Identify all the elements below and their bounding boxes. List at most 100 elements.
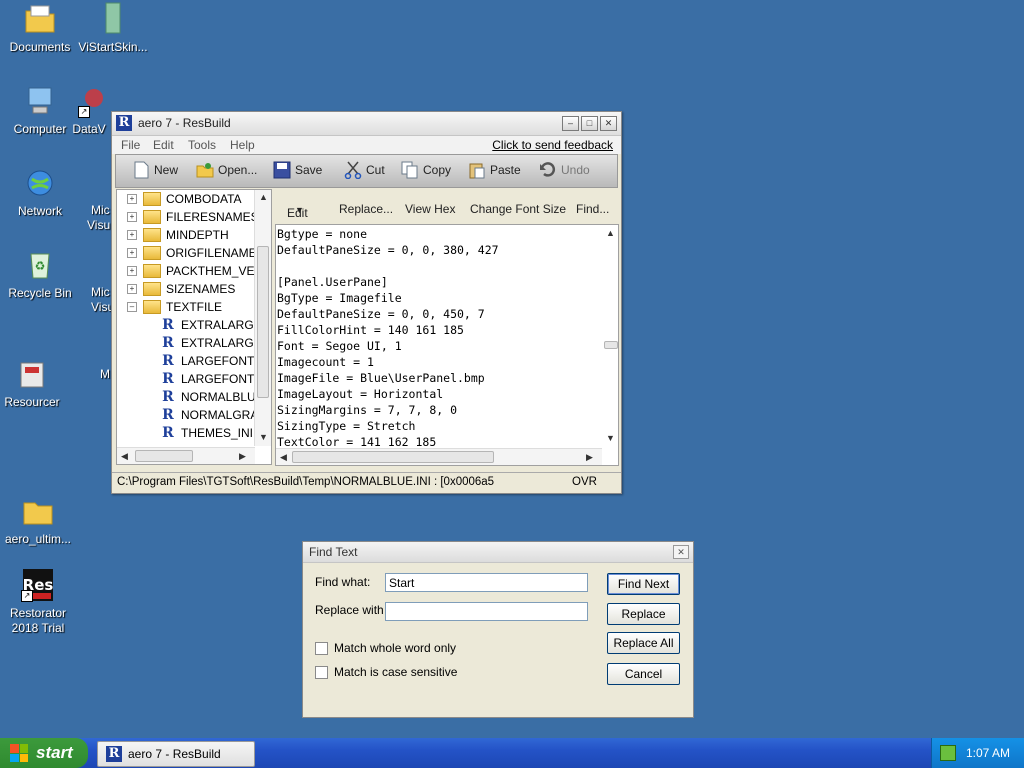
- tree-file-item[interactable]: R THEMES_INI: [161, 424, 253, 442]
- taskbar-item-resbuild[interactable]: R aero 7 - ResBuild: [97, 741, 255, 767]
- find-what-input[interactable]: Start: [385, 573, 588, 592]
- open-button[interactable]: Open...: [196, 161, 257, 179]
- change-font-size-button[interactable]: Change Font Size: [470, 202, 566, 216]
- tree-file-item[interactable]: R NORMALBLU: [161, 388, 256, 406]
- folder-icon: [143, 192, 161, 206]
- desktop-icon-aero-ultim[interactable]: aero_ultim...: [0, 494, 78, 547]
- code-line: Bgtype = none: [277, 227, 368, 241]
- tree-folder-origfilenames[interactable]: + ORIGFILENAMES: [127, 244, 265, 262]
- desktop-icon-restorator[interactable]: Res ↗ Restorator 2018 Trial: [0, 568, 78, 636]
- menu-tools[interactable]: Tools: [188, 138, 216, 152]
- expand-icon[interactable]: +: [127, 212, 137, 222]
- expand-icon[interactable]: +: [127, 266, 137, 276]
- tree-folder-sizenames[interactable]: + SIZENAMES: [127, 280, 235, 298]
- scroll-right-arrow-icon[interactable]: ▶: [586, 452, 593, 463]
- replace-button[interactable]: Replace: [607, 603, 680, 625]
- scroll-right-arrow-icon[interactable]: ▶: [239, 451, 246, 462]
- network-tray-icon[interactable]: [940, 745, 956, 761]
- tree-file-item[interactable]: R EXTRALARGE: [161, 334, 262, 352]
- tree-folder-fileresnames[interactable]: + FILERESNAMES: [127, 208, 259, 226]
- shortcut-arrow-icon: ↗: [21, 590, 33, 602]
- dialog-titlebar[interactable]: Find Text ✕: [303, 542, 693, 563]
- scroll-thumb[interactable]: [292, 451, 494, 463]
- cut-button[interactable]: Cut: [344, 161, 385, 180]
- scroll-thumb[interactable]: [257, 246, 269, 398]
- window-titlebar[interactable]: R aero 7 - ResBuild – □ ✕: [112, 112, 621, 136]
- desktop-icon-datav[interactable]: ↗ DataV: [64, 84, 114, 137]
- expand-icon[interactable]: +: [127, 248, 137, 258]
- code-line: BgType = Imagefile: [277, 291, 402, 305]
- status-overwrite-mode: OVR: [572, 476, 597, 488]
- tree-folder-combodata[interactable]: + COMBODATA: [127, 190, 242, 208]
- code-line: ImageFile = Blue\UserPanel.bmp: [277, 371, 485, 385]
- editor-horizontal-scrollbar[interactable]: ◀ ▶: [276, 448, 602, 465]
- scroll-left-arrow-icon[interactable]: ◀: [280, 452, 287, 463]
- view-hex-button[interactable]: View Hex: [405, 202, 455, 216]
- desktop-icon-recycle-bin[interactable]: ♻ Recycle Bin: [0, 248, 80, 301]
- new-button[interactable]: New: [132, 161, 178, 179]
- edit-dropdown[interactable]: Edit ▼: [287, 202, 308, 220]
- tree-folder-packthem-ver[interactable]: + PACKTHEM_VER: [127, 262, 263, 280]
- dialog-close-button[interactable]: ✕: [673, 545, 689, 559]
- scroll-down-arrow-icon[interactable]: ▼: [259, 432, 268, 442]
- scroll-thumb[interactable]: [135, 450, 193, 462]
- scroll-up-arrow-icon[interactable]: ▲: [259, 192, 268, 202]
- start-button[interactable]: start: [0, 738, 88, 768]
- expand-icon[interactable]: +: [127, 230, 137, 240]
- tree-file-item[interactable]: R NORMALGRA: [161, 406, 258, 424]
- scroll-thumb[interactable]: [604, 341, 618, 349]
- recycle-bin-icon: ♻: [23, 248, 57, 282]
- desktop-icon-resourcer[interactable]: Resourcer: [0, 357, 72, 410]
- scroll-up-arrow-icon[interactable]: ▲: [606, 228, 615, 238]
- match-whole-word-checkbox[interactable]: Match whole word only: [315, 641, 456, 655]
- code-line: DefaultPaneSize = 0, 0, 380, 427: [277, 243, 499, 257]
- text-editor[interactable]: Bgtype = none DefaultPaneSize = 0, 0, 380…: [275, 224, 619, 466]
- tree-vertical-scrollbar[interactable]: ▲ ▼: [254, 190, 271, 446]
- minimize-button[interactable]: –: [562, 116, 579, 131]
- copy-button[interactable]: Copy: [401, 161, 451, 179]
- expand-icon[interactable]: +: [127, 284, 137, 294]
- code-line: SizingType = Stretch: [277, 419, 416, 433]
- tree-horizontal-scrollbar[interactable]: ◀ ▶: [117, 447, 255, 464]
- replace-with-input[interactable]: [385, 602, 588, 621]
- maximize-button[interactable]: □: [581, 116, 598, 131]
- desktop-icon-vistartskin[interactable]: ViStartSkin...: [73, 2, 153, 55]
- expand-icon[interactable]: +: [127, 194, 137, 204]
- folder-icon: [143, 264, 161, 278]
- desktop-icon-network[interactable]: Network: [0, 166, 80, 219]
- menu-file[interactable]: File: [121, 138, 140, 152]
- paste-clipboard-icon: [468, 161, 486, 179]
- tree-folder-textfile[interactable]: – TEXTFILE: [127, 298, 222, 316]
- scroll-left-arrow-icon[interactable]: ◀: [121, 451, 128, 462]
- cancel-button[interactable]: Cancel: [607, 663, 680, 685]
- replace-button[interactable]: Replace...: [339, 202, 393, 216]
- save-button[interactable]: Save: [273, 161, 322, 179]
- collapse-icon[interactable]: –: [127, 302, 137, 312]
- tree-file-item[interactable]: R LARGEFONTS: [161, 352, 262, 370]
- undo-arrow-icon: [539, 161, 557, 179]
- find-next-button[interactable]: Find Next: [607, 573, 680, 595]
- replace-all-button[interactable]: Replace All: [607, 632, 680, 654]
- datav-icon: ↗: [72, 84, 106, 118]
- menu-help[interactable]: Help: [230, 138, 255, 152]
- tree-file-item[interactable]: R LARGEFONTS: [161, 370, 262, 388]
- editor-vertical-scrollbar[interactable]: ▲ ▼: [602, 225, 618, 447]
- partial-icon-label: Mic: [91, 203, 110, 217]
- status-bar: C:\Program Files\TGTSoft\ResBuild\Temp\N…: [112, 472, 621, 493]
- desktop-icon-documents[interactable]: Documents: [0, 2, 80, 55]
- clock[interactable]: 1:07 AM: [966, 746, 1010, 760]
- paste-button[interactable]: Paste: [468, 161, 521, 179]
- close-button[interactable]: ✕: [600, 116, 617, 131]
- scroll-down-arrow-icon[interactable]: ▼: [606, 433, 615, 443]
- tree-folder-mindepth[interactable]: + MINDEPTH: [127, 226, 229, 244]
- new-file-icon: [132, 161, 150, 179]
- find-button[interactable]: Find...: [576, 202, 609, 216]
- editor-text: Bgtype = none DefaultPaneSize = 0, 0, 380…: [277, 226, 499, 450]
- menu-edit[interactable]: Edit: [153, 138, 174, 152]
- tree-file-item[interactable]: R EXTRALARGE: [161, 316, 262, 334]
- folder-icon: [21, 494, 55, 528]
- undo-button[interactable]: Undo: [539, 161, 590, 179]
- folder-icon: [143, 210, 161, 224]
- match-case-checkbox[interactable]: Match is case sensitive: [315, 665, 457, 679]
- send-feedback-link[interactable]: Click to send feedback: [492, 138, 613, 152]
